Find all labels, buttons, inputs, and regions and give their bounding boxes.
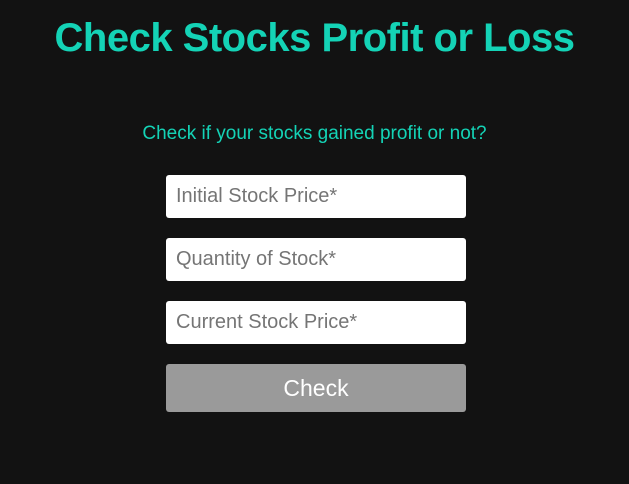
current-stock-price-input[interactable]: [166, 301, 466, 344]
page-title: Check Stocks Profit or Loss: [54, 16, 575, 60]
check-button[interactable]: Check: [166, 364, 466, 412]
quantity-of-stock-input[interactable]: [166, 238, 466, 281]
initial-stock-price-input[interactable]: [166, 175, 466, 218]
page-subtitle: Check if your stocks gained profit or no…: [142, 123, 487, 144]
